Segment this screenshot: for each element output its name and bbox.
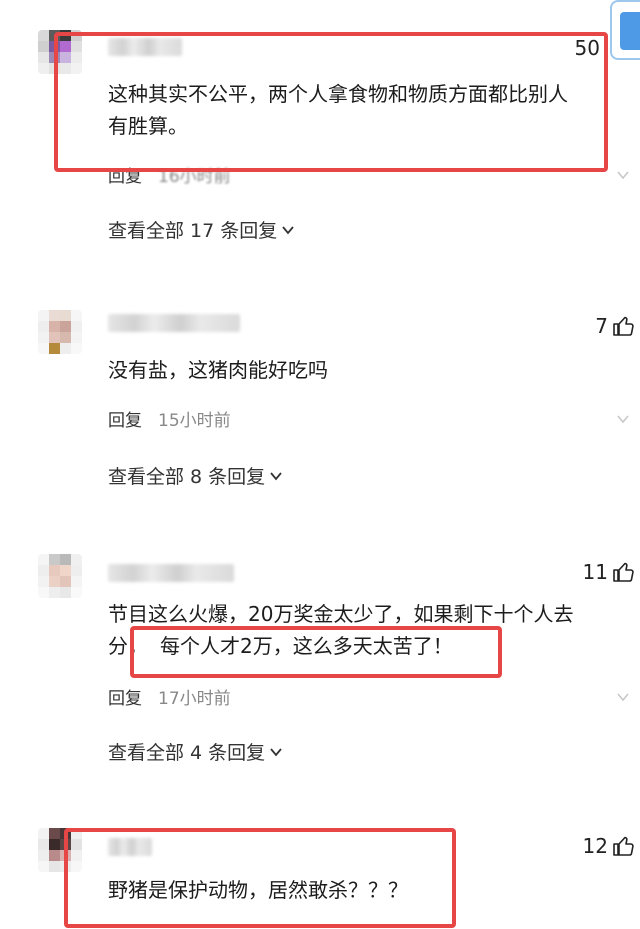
comment-time: 15小时前 xyxy=(158,411,231,431)
like-control[interactable]: 12 xyxy=(583,834,636,858)
like-count: 11 xyxy=(582,560,608,584)
chevron-down-icon xyxy=(282,225,294,234)
comment-item: 12 野猪是保护动物，居然敢杀？？？ xyxy=(0,812,640,929)
view-all-replies-label: 查看全部 17 条回复 xyxy=(108,220,278,242)
chevron-down-icon[interactable] xyxy=(616,690,630,704)
comment-item: 50 这种其实不公平，两个人拿食物和物质方面都比别人 有胜算。 回复 16小时前… xyxy=(0,0,640,270)
comment-meta: 回复 17小时前 xyxy=(108,684,231,709)
chevron-down-icon xyxy=(270,747,282,756)
view-all-replies-label: 查看全部 4 条回复 xyxy=(108,742,266,764)
like-control[interactable]: 7 xyxy=(595,314,636,338)
like-count: 7 xyxy=(595,314,608,338)
comment-item: 11 节目这么火爆，20万奖金太少了，如果剩下十个人去 分， 每个人才2万，这么多… xyxy=(0,540,640,800)
view-all-replies-link[interactable]: 查看全部 17 条回复 xyxy=(108,216,295,243)
avatar[interactable] xyxy=(38,310,82,354)
thumb-up-icon xyxy=(613,316,634,336)
chevron-down-icon[interactable] xyxy=(616,412,630,426)
like-count: 12 xyxy=(582,834,608,858)
highlight-box xyxy=(54,32,608,172)
thumb-up-icon xyxy=(613,836,634,856)
highlight-box xyxy=(130,626,502,678)
view-all-replies-link[interactable]: 查看全部 8 条回复 xyxy=(108,462,283,489)
username-blurred[interactable] xyxy=(108,314,240,332)
comment-meta: 回复 15小时前 xyxy=(108,406,231,431)
view-all-replies-label: 查看全部 8 条回复 xyxy=(108,466,266,488)
comment-text: 没有盐，这猪肉能好吃吗 xyxy=(108,358,328,382)
reply-button[interactable]: 回复 xyxy=(108,684,142,709)
reply-button[interactable]: 回复 xyxy=(108,406,142,431)
highlight-box xyxy=(64,828,456,928)
comment-time: 17小时前 xyxy=(158,689,231,709)
thumb-up-icon xyxy=(613,562,634,582)
chevron-down-icon[interactable] xyxy=(616,168,630,182)
chevron-down-icon xyxy=(270,471,282,480)
like-control[interactable]: 11 xyxy=(583,560,636,584)
comment-item: 7 没有盐，这猪肉能好吃吗 回复 15小时前 查看全部 8 条回复 xyxy=(0,290,640,520)
avatar[interactable] xyxy=(38,554,82,598)
view-all-replies-link[interactable]: 查看全部 4 条回复 xyxy=(108,738,283,765)
username-blurred[interactable] xyxy=(108,564,234,582)
